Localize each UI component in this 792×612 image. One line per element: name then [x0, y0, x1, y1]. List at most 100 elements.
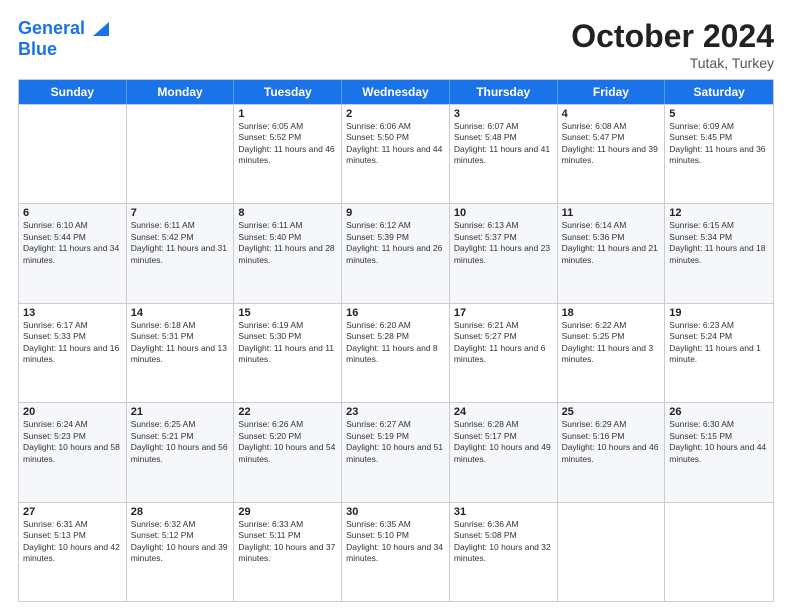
- day-number: 2: [346, 108, 445, 120]
- calendar-cell: 4Sunrise: 6:08 AM Sunset: 5:47 PM Daylig…: [558, 105, 666, 203]
- day-number: 16: [346, 307, 445, 319]
- calendar-cell: 1Sunrise: 6:05 AM Sunset: 5:52 PM Daylig…: [234, 105, 342, 203]
- day-number: 29: [238, 506, 337, 518]
- cell-sun-info: Sunrise: 6:33 AM Sunset: 5:11 PM Dayligh…: [238, 519, 337, 565]
- cell-sun-info: Sunrise: 6:18 AM Sunset: 5:31 PM Dayligh…: [131, 320, 230, 366]
- day-number: 23: [346, 406, 445, 418]
- calendar-row: 1Sunrise: 6:05 AM Sunset: 5:52 PM Daylig…: [19, 104, 773, 203]
- calendar-header-cell: Thursday: [450, 80, 558, 104]
- calendar-cell: 9Sunrise: 6:12 AM Sunset: 5:39 PM Daylig…: [342, 204, 450, 302]
- cell-sun-info: Sunrise: 6:08 AM Sunset: 5:47 PM Dayligh…: [562, 121, 661, 167]
- cell-sun-info: Sunrise: 6:13 AM Sunset: 5:37 PM Dayligh…: [454, 220, 553, 266]
- day-number: 9: [346, 207, 445, 219]
- day-number: 28: [131, 506, 230, 518]
- calendar-cell: 14Sunrise: 6:18 AM Sunset: 5:31 PM Dayli…: [127, 304, 235, 402]
- cell-sun-info: Sunrise: 6:22 AM Sunset: 5:25 PM Dayligh…: [562, 320, 661, 366]
- calendar-cell: 18Sunrise: 6:22 AM Sunset: 5:25 PM Dayli…: [558, 304, 666, 402]
- calendar-cell: [665, 503, 773, 601]
- calendar-cell: 24Sunrise: 6:28 AM Sunset: 5:17 PM Dayli…: [450, 403, 558, 501]
- day-number: 1: [238, 108, 337, 120]
- day-number: 6: [23, 207, 122, 219]
- logo-text-line1: General: [18, 19, 85, 39]
- cell-sun-info: Sunrise: 6:25 AM Sunset: 5:21 PM Dayligh…: [131, 419, 230, 465]
- logo-text-line2: Blue: [18, 40, 109, 60]
- location-subtitle: Tutak, Turkey: [571, 55, 774, 71]
- cell-sun-info: Sunrise: 6:05 AM Sunset: 5:52 PM Dayligh…: [238, 121, 337, 167]
- calendar-cell: [127, 105, 235, 203]
- calendar-row: 6Sunrise: 6:10 AM Sunset: 5:44 PM Daylig…: [19, 203, 773, 302]
- calendar-cell: 23Sunrise: 6:27 AM Sunset: 5:19 PM Dayli…: [342, 403, 450, 501]
- day-number: 17: [454, 307, 553, 319]
- calendar-cell: 5Sunrise: 6:09 AM Sunset: 5:45 PM Daylig…: [665, 105, 773, 203]
- calendar-cell: 25Sunrise: 6:29 AM Sunset: 5:16 PM Dayli…: [558, 403, 666, 501]
- day-number: 8: [238, 207, 337, 219]
- calendar-cell: [558, 503, 666, 601]
- calendar-cell: 6Sunrise: 6:10 AM Sunset: 5:44 PM Daylig…: [19, 204, 127, 302]
- cell-sun-info: Sunrise: 6:10 AM Sunset: 5:44 PM Dayligh…: [23, 220, 122, 266]
- day-number: 31: [454, 506, 553, 518]
- cell-sun-info: Sunrise: 6:17 AM Sunset: 5:33 PM Dayligh…: [23, 320, 122, 366]
- calendar-cell: 15Sunrise: 6:19 AM Sunset: 5:30 PM Dayli…: [234, 304, 342, 402]
- calendar-cell: 29Sunrise: 6:33 AM Sunset: 5:11 PM Dayli…: [234, 503, 342, 601]
- cell-sun-info: Sunrise: 6:20 AM Sunset: 5:28 PM Dayligh…: [346, 320, 445, 366]
- day-number: 27: [23, 506, 122, 518]
- calendar-cell: 26Sunrise: 6:30 AM Sunset: 5:15 PM Dayli…: [665, 403, 773, 501]
- day-number: 10: [454, 207, 553, 219]
- calendar-header-cell: Saturday: [665, 80, 773, 104]
- cell-sun-info: Sunrise: 6:31 AM Sunset: 5:13 PM Dayligh…: [23, 519, 122, 565]
- day-number: 13: [23, 307, 122, 319]
- day-number: 24: [454, 406, 553, 418]
- calendar-body: 1Sunrise: 6:05 AM Sunset: 5:52 PM Daylig…: [19, 104, 773, 601]
- cell-sun-info: Sunrise: 6:24 AM Sunset: 5:23 PM Dayligh…: [23, 419, 122, 465]
- cell-sun-info: Sunrise: 6:06 AM Sunset: 5:50 PM Dayligh…: [346, 121, 445, 167]
- calendar: SundayMondayTuesdayWednesdayThursdayFrid…: [18, 79, 774, 602]
- cell-sun-info: Sunrise: 6:11 AM Sunset: 5:42 PM Dayligh…: [131, 220, 230, 266]
- calendar-cell: [19, 105, 127, 203]
- calendar-row: 13Sunrise: 6:17 AM Sunset: 5:33 PM Dayli…: [19, 303, 773, 402]
- calendar-header-cell: Tuesday: [234, 80, 342, 104]
- calendar-row: 27Sunrise: 6:31 AM Sunset: 5:13 PM Dayli…: [19, 502, 773, 601]
- logo-icon: [87, 18, 109, 40]
- day-number: 12: [669, 207, 769, 219]
- cell-sun-info: Sunrise: 6:27 AM Sunset: 5:19 PM Dayligh…: [346, 419, 445, 465]
- day-number: 14: [131, 307, 230, 319]
- logo: General Blue: [18, 18, 109, 60]
- calendar-cell: 17Sunrise: 6:21 AM Sunset: 5:27 PM Dayli…: [450, 304, 558, 402]
- day-number: 7: [131, 207, 230, 219]
- calendar-header-cell: Friday: [558, 80, 666, 104]
- day-number: 20: [23, 406, 122, 418]
- page: General Blue October 2024 Tutak, Turkey …: [0, 0, 792, 612]
- calendar-cell: 20Sunrise: 6:24 AM Sunset: 5:23 PM Dayli…: [19, 403, 127, 501]
- cell-sun-info: Sunrise: 6:21 AM Sunset: 5:27 PM Dayligh…: [454, 320, 553, 366]
- day-number: 21: [131, 406, 230, 418]
- calendar-cell: 10Sunrise: 6:13 AM Sunset: 5:37 PM Dayli…: [450, 204, 558, 302]
- cell-sun-info: Sunrise: 6:29 AM Sunset: 5:16 PM Dayligh…: [562, 419, 661, 465]
- cell-sun-info: Sunrise: 6:26 AM Sunset: 5:20 PM Dayligh…: [238, 419, 337, 465]
- calendar-cell: 3Sunrise: 6:07 AM Sunset: 5:48 PM Daylig…: [450, 105, 558, 203]
- cell-sun-info: Sunrise: 6:19 AM Sunset: 5:30 PM Dayligh…: [238, 320, 337, 366]
- day-number: 30: [346, 506, 445, 518]
- cell-sun-info: Sunrise: 6:35 AM Sunset: 5:10 PM Dayligh…: [346, 519, 445, 565]
- calendar-cell: 27Sunrise: 6:31 AM Sunset: 5:13 PM Dayli…: [19, 503, 127, 601]
- day-number: 4: [562, 108, 661, 120]
- cell-sun-info: Sunrise: 6:36 AM Sunset: 5:08 PM Dayligh…: [454, 519, 553, 565]
- month-title: October 2024: [571, 18, 774, 55]
- cell-sun-info: Sunrise: 6:23 AM Sunset: 5:24 PM Dayligh…: [669, 320, 769, 366]
- calendar-cell: 7Sunrise: 6:11 AM Sunset: 5:42 PM Daylig…: [127, 204, 235, 302]
- cell-sun-info: Sunrise: 6:32 AM Sunset: 5:12 PM Dayligh…: [131, 519, 230, 565]
- calendar-cell: 30Sunrise: 6:35 AM Sunset: 5:10 PM Dayli…: [342, 503, 450, 601]
- calendar-header-cell: Sunday: [19, 80, 127, 104]
- calendar-cell: 8Sunrise: 6:11 AM Sunset: 5:40 PM Daylig…: [234, 204, 342, 302]
- day-number: 11: [562, 207, 661, 219]
- day-number: 25: [562, 406, 661, 418]
- calendar-cell: 28Sunrise: 6:32 AM Sunset: 5:12 PM Dayli…: [127, 503, 235, 601]
- cell-sun-info: Sunrise: 6:09 AM Sunset: 5:45 PM Dayligh…: [669, 121, 769, 167]
- cell-sun-info: Sunrise: 6:12 AM Sunset: 5:39 PM Dayligh…: [346, 220, 445, 266]
- day-number: 19: [669, 307, 769, 319]
- calendar-cell: 21Sunrise: 6:25 AM Sunset: 5:21 PM Dayli…: [127, 403, 235, 501]
- day-number: 5: [669, 108, 769, 120]
- cell-sun-info: Sunrise: 6:07 AM Sunset: 5:48 PM Dayligh…: [454, 121, 553, 167]
- calendar-cell: 31Sunrise: 6:36 AM Sunset: 5:08 PM Dayli…: [450, 503, 558, 601]
- calendar-header: SundayMondayTuesdayWednesdayThursdayFrid…: [19, 80, 773, 104]
- calendar-cell: 13Sunrise: 6:17 AM Sunset: 5:33 PM Dayli…: [19, 304, 127, 402]
